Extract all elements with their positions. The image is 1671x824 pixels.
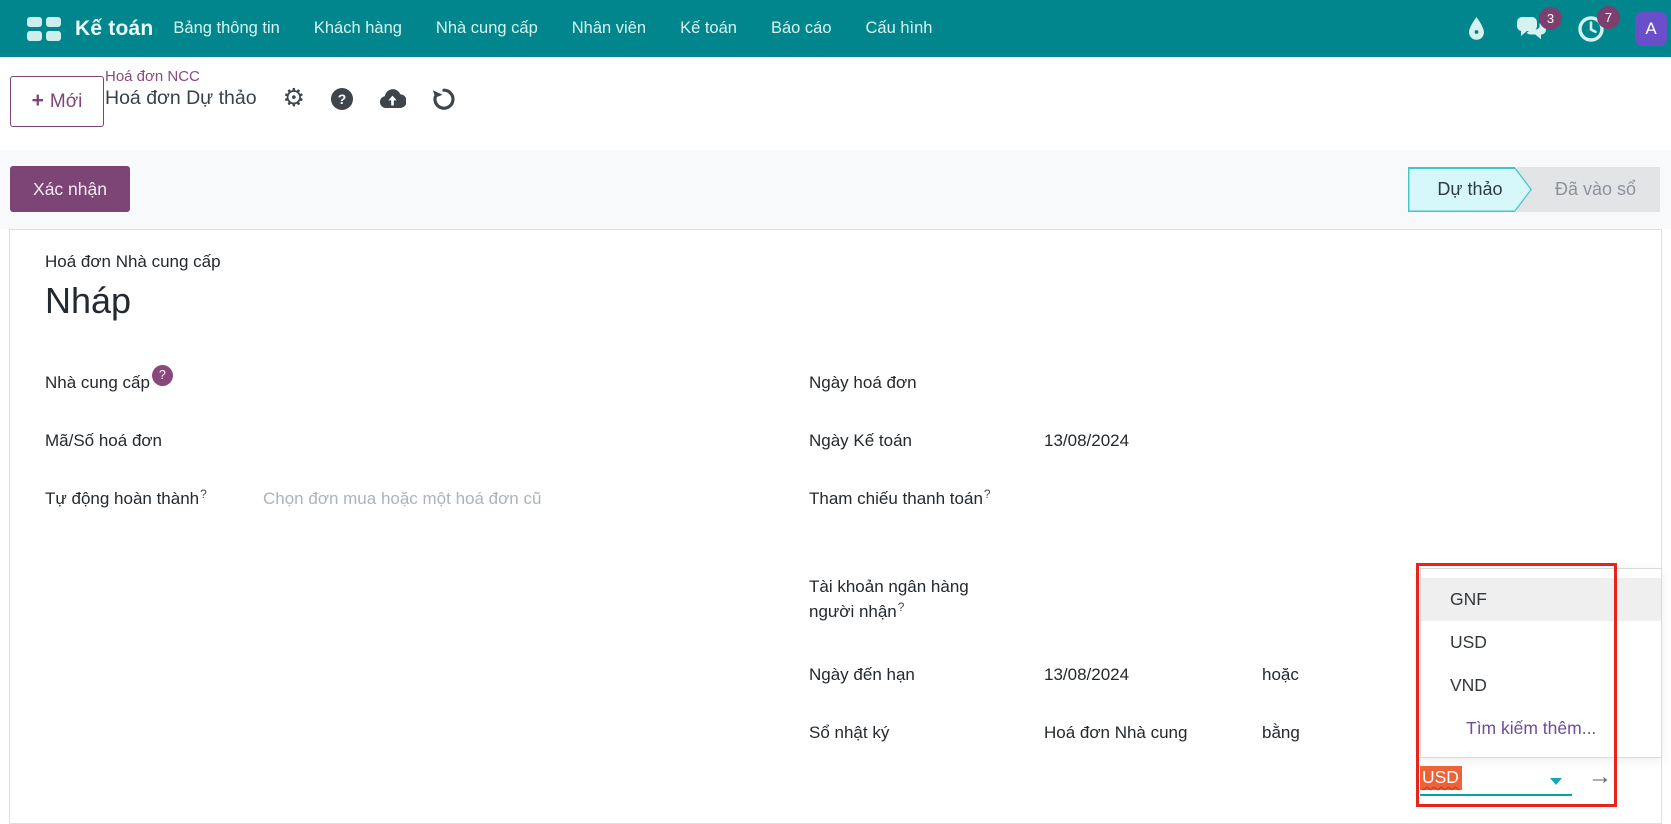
payment-reference-label: Tham chiếu thanh toán? <box>809 486 994 513</box>
help-icon[interactable]: ? <box>331 88 353 110</box>
due-date-or-label: hoặc <box>1262 662 1299 687</box>
currency-option-gnf[interactable]: GNF <box>1421 578 1661 621</box>
new-button-label: Mới <box>50 91 83 113</box>
document-title: Nháp <box>45 278 131 323</box>
droplet-icon[interactable] <box>1467 16 1486 41</box>
breadcrumb-current: Hoá đơn Dự thảo <box>105 87 257 110</box>
gear-icon[interactable]: ⚙ <box>283 86 305 111</box>
vendor-label: Nhà cung cấp <box>45 370 150 395</box>
payment-reference-field-row: Tham chiếu thanh toán? <box>809 486 1329 513</box>
breadcrumb: Hoá đơn NCC Hoá đơn Dự thảo ⚙ ? <box>105 68 456 111</box>
nav-right-icons: 3 7 A <box>1467 0 1667 57</box>
recipient-bank-field-row: Tài khoản ngân hàng người nhận? <box>809 574 1329 626</box>
bill-reference-field-row: Mã/Số hoá đơn <box>45 428 162 453</box>
journal-label: Sổ nhật ký <box>809 720 994 745</box>
autocomplete-help-marker: ? <box>200 487 207 501</box>
nav-menu: Bảng thông tin Khách hàng Nhà cung cấp N… <box>173 19 932 38</box>
stage-draft-label: Dự thảo <box>1409 169 1530 211</box>
app-brand[interactable]: Kế toán <box>75 17 153 41</box>
currency-option-vnd[interactable]: VND <box>1421 664 1661 707</box>
invoice-date-label: Ngày hoá đơn <box>809 370 994 395</box>
document-type-subtitle: Hoá đơn Nhà cung cấp <box>45 252 221 272</box>
undo-icon[interactable] <box>432 87 456 111</box>
apps-menu-icon[interactable] <box>27 17 61 41</box>
messages-badge: 3 <box>1539 7 1562 30</box>
nav-item-reports[interactable]: Báo cáo <box>771 19 832 38</box>
form-sheet: Hoá đơn Nhà cung cấp Nháp Nhà cung cấp? … <box>9 229 1662 824</box>
invoice-date-field-row: Ngày hoá đơn <box>809 370 1329 395</box>
currency-input-selected-text: USD <box>1420 766 1462 790</box>
currency-dropdown-panel: GNF USD VND Tìm kiếm thêm... <box>1420 568 1662 758</box>
autocomplete-field-row: Tự động hoàn thành? Chọn đơn mua hoặc mộ… <box>45 486 765 513</box>
stage-draft[interactable]: Dự thảo <box>1408 167 1532 212</box>
messages-icon[interactable]: 3 <box>1516 16 1547 42</box>
due-date-label: Ngày đến hạn <box>809 662 994 687</box>
statusbar-stages: Dự thảo Đã vào sổ <box>1408 167 1660 212</box>
currency-search-more[interactable]: Tìm kiếm thêm... <box>1421 707 1661 750</box>
bill-reference-label: Mã/Số hoá đơn <box>45 428 162 453</box>
vendor-field-row: Nhà cung cấp? <box>45 370 173 395</box>
vendor-help-badge[interactable]: ? <box>152 365 173 386</box>
control-panel: + Mới Hoá đơn NCC Hoá đơn Dự thảo ⚙ ? <box>0 57 1671 150</box>
top-navbar: Kế toán Bảng thông tin Khách hàng Nhà cu… <box>0 0 1671 57</box>
accounting-date-field-row: Ngày Kế toán 13/08/2024 <box>809 428 1329 453</box>
autocomplete-input[interactable]: Chọn đơn mua hoặc một hoá đơn cũ <box>263 486 541 511</box>
nav-item-customers[interactable]: Khách hàng <box>314 19 402 38</box>
activities-clock-icon[interactable]: 7 <box>1577 15 1605 43</box>
autocomplete-label: Tự động hoàn thành? <box>45 486 207 513</box>
currency-option-usd[interactable]: USD <box>1421 621 1661 664</box>
user-avatar[interactable]: A <box>1635 12 1667 46</box>
currency-input[interactable]: USD <box>1420 762 1572 796</box>
stage-posted[interactable]: Đã vào sổ <box>1517 167 1660 212</box>
new-button[interactable]: + Mới <box>10 76 104 127</box>
due-date-field-row: Ngày đến hạn 13/08/2024 hoặc <box>809 662 1329 687</box>
journal-field-row: Sổ nhật ký Hoá đơn Nhà cung bằng <box>809 720 1329 745</box>
nav-item-settings[interactable]: Cấu hình <box>866 19 933 38</box>
status-bar: Xác nhận Dự thảo Đã vào sổ <box>0 150 1671 229</box>
screen: Kế toán Bảng thông tin Khách hàng Nhà cu… <box>0 0 1671 824</box>
nav-item-accounting[interactable]: Kế toán <box>680 19 737 38</box>
journal-in-label: bằng <box>1262 720 1300 745</box>
breadcrumb-parent-link[interactable]: Hoá đơn NCC <box>105 68 456 85</box>
nav-item-vendors[interactable]: Nhà cung cấp <box>436 19 538 38</box>
internal-link-arrow-icon[interactable]: → <box>1588 763 1612 792</box>
payment-reference-help-marker: ? <box>984 487 991 501</box>
recipient-bank-help-marker: ? <box>898 600 905 614</box>
nav-item-dashboard[interactable]: Bảng thông tin <box>173 19 279 38</box>
due-date-value[interactable]: 13/08/2024 <box>1044 662 1129 687</box>
cloud-upload-icon[interactable] <box>379 88 406 109</box>
activities-badge: 7 <box>1597 6 1620 29</box>
recipient-bank-label: Tài khoản ngân hàng người nhận? <box>809 574 994 626</box>
confirm-button[interactable]: Xác nhận <box>10 166 130 212</box>
plus-icon: + <box>32 89 44 113</box>
accounting-date-label: Ngày Kế toán <box>809 428 994 453</box>
chevron-down-icon[interactable] <box>1550 778 1562 785</box>
accounting-date-value[interactable]: 13/08/2024 <box>1044 428 1129 453</box>
journal-value[interactable]: Hoá đơn Nhà cung <box>1044 720 1187 745</box>
nav-item-employees[interactable]: Nhân viên <box>572 19 646 38</box>
currency-field: USD → <box>1420 762 1640 802</box>
